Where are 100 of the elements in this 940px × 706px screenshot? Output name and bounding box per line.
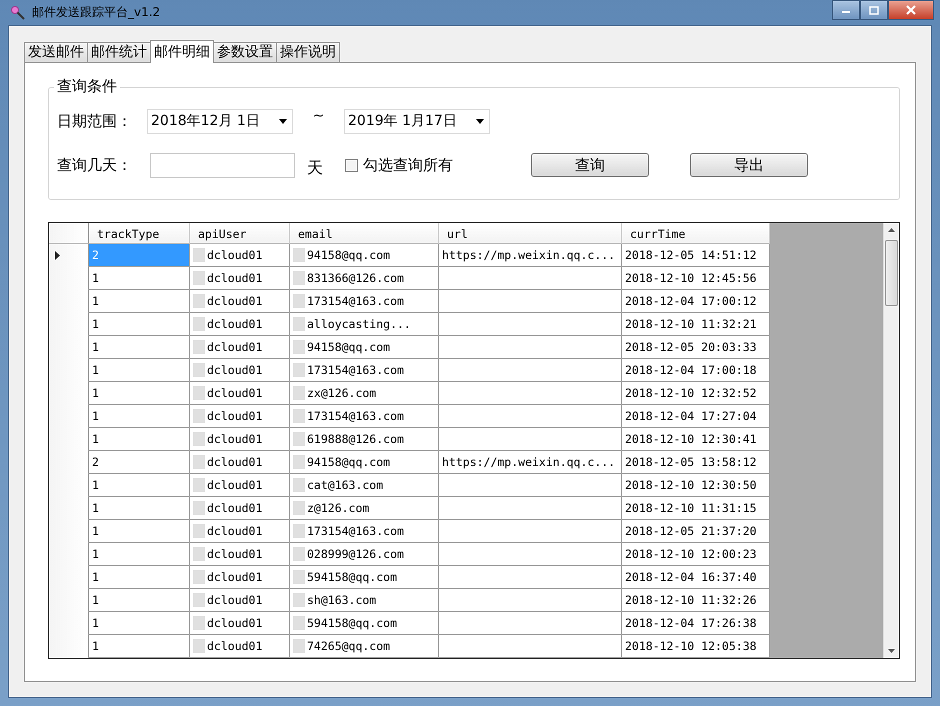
blur-patch bbox=[193, 478, 205, 492]
table-cell: 2018-12-10 11:32:21 bbox=[622, 313, 770, 336]
table-cell: 1 bbox=[89, 566, 190, 589]
end-date-picker[interactable]: 2019年 1月17日 bbox=[344, 108, 490, 134]
checkbox-square[interactable] bbox=[345, 158, 358, 172]
table-cell: dcloud01 bbox=[190, 497, 290, 520]
table-cell: 2018-12-10 12:00:23 bbox=[622, 543, 770, 566]
dropdown-caret-icon bbox=[476, 118, 484, 124]
close-button[interactable] bbox=[888, 0, 934, 20]
action-button[interactable]: 导出 bbox=[690, 153, 808, 177]
blur-patch bbox=[193, 432, 205, 446]
blur-patch bbox=[293, 409, 305, 423]
table-cell: dcloud01 bbox=[190, 635, 290, 658]
group-title: 查询条件 bbox=[54, 77, 120, 96]
table-cell: 2018-12-10 11:32:26 bbox=[622, 589, 770, 612]
blur-patch bbox=[293, 363, 305, 377]
table-cell: 2018-12-05 13:58:12 bbox=[622, 451, 770, 474]
column-header[interactable]: url bbox=[439, 223, 622, 244]
table-cell: dcloud01 bbox=[190, 589, 290, 612]
scroll-up-icon[interactable] bbox=[888, 228, 895, 232]
blur-patch bbox=[193, 501, 205, 515]
start-date-picker[interactable]: 2018年12月 1日 bbox=[147, 108, 293, 134]
vertical-scrollbar[interactable] bbox=[883, 223, 899, 658]
table-cell: dcloud01 bbox=[190, 543, 290, 566]
blur-patch bbox=[193, 271, 205, 285]
blur-patch bbox=[293, 547, 305, 561]
table-cell: 1 bbox=[89, 474, 190, 497]
blur-patch bbox=[293, 570, 305, 584]
current-row-icon bbox=[55, 250, 60, 260]
tab[interactable]: 参数设置 bbox=[213, 42, 277, 62]
table-cell: dcloud01 bbox=[190, 520, 290, 543]
blur-patch bbox=[293, 524, 305, 538]
table-cell: 74265@qq.com bbox=[290, 635, 439, 658]
blur-patch bbox=[293, 271, 305, 285]
table-cell: 1 bbox=[89, 612, 190, 635]
table-cell: 2018-12-04 17:26:38 bbox=[622, 612, 770, 635]
maximize-button[interactable] bbox=[860, 0, 888, 20]
table-cell: dcloud01 bbox=[190, 428, 290, 451]
column-header[interactable]: email bbox=[290, 223, 439, 244]
scroll-down-icon[interactable] bbox=[888, 649, 895, 653]
blur-patch bbox=[193, 317, 205, 331]
table-cell: 831366@126.com bbox=[290, 267, 439, 290]
table-cell: 173154@163.com bbox=[290, 359, 439, 382]
table-cell: 2018-12-04 17:00:12 bbox=[622, 290, 770, 313]
table-cell: 94158@qq.com bbox=[290, 336, 439, 359]
table-cell: 1 bbox=[89, 497, 190, 520]
scroll-thumb[interactable] bbox=[885, 240, 898, 306]
table-cell: https://mp.weixin.qq.c... bbox=[439, 451, 622, 474]
table-cell: 173154@163.com bbox=[290, 520, 439, 543]
blur-patch bbox=[193, 340, 205, 354]
table-cell: dcloud01 bbox=[190, 612, 290, 635]
maximize-icon bbox=[869, 6, 879, 14]
table-cell: zx@126.com bbox=[290, 382, 439, 405]
table-cell: dcloud01 bbox=[190, 244, 290, 267]
table-cell: dcloud01 bbox=[190, 313, 290, 336]
row-header[interactable] bbox=[49, 244, 89, 267]
table-cell: dcloud01 bbox=[190, 290, 290, 313]
table-cell: 2018-12-10 11:31:15 bbox=[622, 497, 770, 520]
close-icon bbox=[905, 5, 917, 15]
table-cell: 2018-12-10 12:30:41 bbox=[622, 428, 770, 451]
table-cell: dcloud01 bbox=[190, 359, 290, 382]
table-cell: 2018-12-05 21:37:20 bbox=[622, 520, 770, 543]
column-header[interactable]: apiUser bbox=[190, 223, 290, 244]
blur-patch bbox=[293, 294, 305, 308]
column-header[interactable]: currTime bbox=[622, 223, 770, 244]
blur-patch bbox=[193, 593, 205, 607]
query-all-checkbox[interactable]: 勾选查询所有 bbox=[345, 156, 531, 174]
blur-patch bbox=[193, 616, 205, 630]
table-cell: 028999@126.com bbox=[290, 543, 439, 566]
tab[interactable]: 操作说明 bbox=[276, 42, 340, 62]
table-cell: 619888@126.com bbox=[290, 428, 439, 451]
tab[interactable]: 邮件明细 bbox=[150, 40, 214, 63]
minimize-button[interactable] bbox=[832, 0, 860, 20]
range-separator: ~ bbox=[312, 108, 326, 124]
table-cell: 1 bbox=[89, 520, 190, 543]
table-cell: sh@163.com bbox=[290, 589, 439, 612]
tab[interactable]: 邮件统计 bbox=[87, 42, 151, 62]
table-cell: 2018-12-10 12:32:52 bbox=[622, 382, 770, 405]
table-cell: dcloud01 bbox=[190, 267, 290, 290]
window-title: 邮件发送跟踪平台_v1.2 bbox=[32, 4, 160, 21]
days-field[interactable] bbox=[150, 152, 295, 178]
table-cell: https://mp.weixin.qq.c... bbox=[439, 244, 622, 267]
date-range-label: 日期范围： bbox=[57, 112, 133, 130]
table-cell: 2018-12-05 20:03:33 bbox=[622, 336, 770, 359]
table-cell: dcloud01 bbox=[190, 336, 290, 359]
table-cell: 1 bbox=[89, 428, 190, 451]
blur-patch bbox=[293, 386, 305, 400]
table-cell: 2018-12-10 12:05:38 bbox=[622, 635, 770, 658]
column-header[interactable]: trackType bbox=[89, 223, 190, 244]
magnifier-icon bbox=[10, 4, 26, 20]
table-cell: 2018-12-04 17:27:04 bbox=[622, 405, 770, 428]
blur-patch bbox=[193, 248, 205, 262]
table-cell: 2018-12-04 16:37:40 bbox=[622, 566, 770, 589]
table-cell: 173154@163.com bbox=[290, 290, 439, 313]
tab[interactable]: 发送邮件 bbox=[24, 42, 88, 62]
table-cell: 1 bbox=[89, 359, 190, 382]
action-button[interactable]: 查询 bbox=[531, 153, 649, 177]
table-cell: dcloud01 bbox=[190, 405, 290, 428]
table-cell: 1 bbox=[89, 589, 190, 612]
table-cell: 1 bbox=[89, 336, 190, 359]
